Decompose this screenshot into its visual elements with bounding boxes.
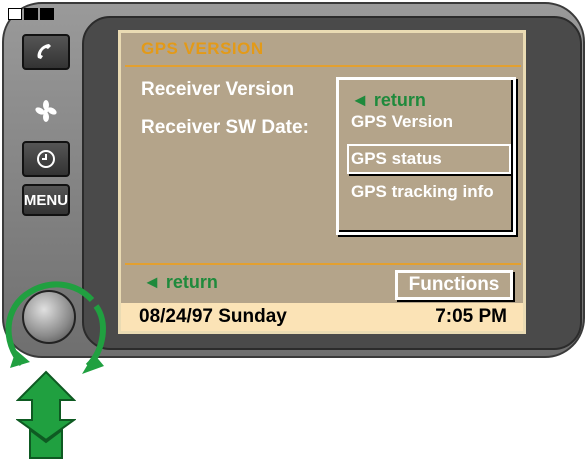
phone-button[interactable]: [22, 34, 70, 70]
indicator-squares: [8, 8, 54, 20]
title-divider: [125, 65, 521, 67]
phone-icon: [37, 44, 51, 59]
menu-button[interactable]: MENU: [22, 184, 70, 216]
fan-icon[interactable]: [35, 100, 57, 122]
status-bar: 08/24/97 Sunday 7:05 PM: [121, 303, 523, 331]
screen-title: GPS VERSION: [141, 39, 264, 58]
indicator-black: [24, 8, 38, 20]
time-text: 7:05 PM: [435, 306, 507, 327]
functions-button[interactable]: Functions: [395, 270, 513, 300]
date-text: 08/24/97 Sunday: [139, 306, 287, 327]
clock-button[interactable]: [22, 141, 70, 177]
menu-return-item[interactable]: ◄ return: [351, 90, 426, 111]
menu-item-gps-status[interactable]: GPS status: [347, 144, 511, 174]
push-arrow-icon: [16, 370, 76, 459]
indicator-white: [8, 8, 22, 20]
footer-divider: [125, 263, 521, 265]
gps-menu: ◄ return GPS Version GPS status GPS trac…: [336, 77, 516, 235]
menu-item-gps-version[interactable]: GPS Version: [351, 112, 453, 132]
display-screen: GPS VERSION Receiver Version Receiver SW…: [118, 30, 526, 334]
menu-item-gps-tracking-info[interactable]: GPS tracking info: [351, 182, 494, 202]
clock-icon: [37, 150, 55, 168]
indicator-black: [40, 8, 54, 20]
receiver-version-label: Receiver Version: [141, 79, 295, 100]
receiver-sw-date-label: Receiver SW Date:: [141, 117, 309, 138]
rotary-knob[interactable]: [22, 290, 76, 344]
footer-return-button[interactable]: ◄ return: [143, 272, 218, 293]
